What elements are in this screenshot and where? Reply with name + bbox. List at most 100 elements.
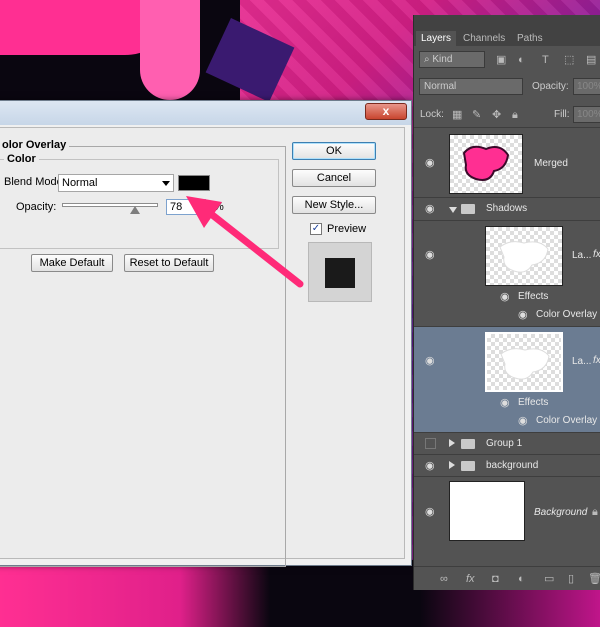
tab-paths[interactable]: Paths bbox=[512, 31, 548, 46]
shape-filter-icon[interactable]: ⬚ bbox=[564, 54, 574, 66]
folder-icon bbox=[461, 439, 475, 449]
lock-label: Lock: bbox=[420, 109, 444, 120]
opacity-label: Opacity: bbox=[16, 201, 57, 213]
merged-artwork-thumbnail bbox=[462, 145, 510, 181]
tab-layers[interactable]: Layers bbox=[416, 31, 457, 46]
new-layer-icon[interactable]: ▯ bbox=[568, 573, 574, 585]
preview-label: Preview bbox=[327, 223, 367, 235]
layer-thumbnail bbox=[485, 226, 563, 286]
group-row[interactable]: ◉ background bbox=[414, 454, 600, 476]
layer-row[interactable]: ◉ Merged bbox=[414, 127, 600, 197]
blend-mode-label: Blend Mode: bbox=[4, 176, 66, 188]
blend-row: Normal Opacity: 100% bbox=[414, 76, 600, 100]
eye-icon[interactable]: ◉ bbox=[425, 507, 437, 518]
smart-object-filter-icon[interactable]: ▤ bbox=[586, 54, 596, 66]
color-group: Color Blend Mode: Normal Opacity: 78 % bbox=[0, 153, 279, 249]
layer-thumbnail bbox=[449, 481, 525, 541]
effect-name: Color Overlay bbox=[536, 415, 598, 426]
opacity-slider-thumb[interactable] bbox=[130, 206, 140, 214]
blend-mode-value: Normal bbox=[62, 177, 98, 189]
fill-input[interactable]: 100% bbox=[573, 106, 600, 123]
new-style-button[interactable]: New Style... bbox=[292, 196, 376, 214]
layer-style-dialog: x olor Overlay Color Blend Mode: Normal … bbox=[0, 100, 412, 567]
effect-name: Color Overlay bbox=[536, 309, 598, 320]
eye-icon[interactable]: ◉ bbox=[425, 356, 437, 367]
shadow-thumbnail bbox=[499, 241, 549, 273]
panel-tabs: Layers Channels Paths bbox=[414, 15, 600, 46]
adjustment-icon[interactable]: ◐ bbox=[518, 573, 525, 585]
group-row[interactable]: Group 1 bbox=[414, 432, 600, 454]
opacity-slider[interactable] bbox=[62, 203, 158, 207]
lock-position-icon[interactable]: ✥ bbox=[492, 109, 501, 121]
eye-icon[interactable]: ◉ bbox=[425, 461, 437, 472]
preview-checkbox[interactable]: ✓ bbox=[310, 223, 322, 235]
lock-all-icon[interactable]: 🔒︎ bbox=[512, 109, 518, 121]
layer-name: Background bbox=[534, 507, 588, 518]
layer-blend-select[interactable]: Normal bbox=[419, 78, 523, 95]
group-row[interactable]: ◉ Shadows bbox=[414, 197, 600, 220]
section-title: olor Overlay bbox=[0, 139, 70, 151]
link-icon[interactable]: ∞ bbox=[440, 573, 448, 585]
adjustment-filter-icon[interactable]: ◐ bbox=[518, 54, 525, 66]
eye-icon[interactable]: ◉ bbox=[425, 158, 437, 169]
eye-icon[interactable]: ◉ bbox=[518, 310, 530, 321]
preview-swatch bbox=[325, 258, 355, 288]
style-preview bbox=[308, 242, 372, 302]
fx-icon[interactable]: fx bbox=[593, 249, 600, 260]
panel-bottom-bar: ∞ fx ◘ ◐ ▭ ▯ 🗑︎ bbox=[414, 566, 600, 590]
lock-row: Lock: ▦ ✎ ✥ 🔒︎ Fill: 100% bbox=[414, 103, 600, 127]
blend-mode-select[interactable]: Normal bbox=[58, 174, 174, 192]
type-filter-icon[interactable]: T bbox=[542, 54, 549, 66]
filter-kind-select[interactable]: ⌕ Kind bbox=[419, 51, 485, 68]
layer-name: background bbox=[486, 460, 539, 471]
dialog-titlebar: x bbox=[0, 101, 411, 125]
eye-icon[interactable]: ◉ bbox=[500, 292, 512, 303]
layer-row[interactable]: ◉ La... fx ◉ Effects ◉ Color Overlay bbox=[414, 220, 600, 326]
color-overlay-panel: olor Overlay Color Blend Mode: Normal Op… bbox=[0, 139, 286, 567]
layer-name: Group 1 bbox=[486, 438, 523, 449]
filter-kind-value: Kind bbox=[432, 54, 453, 65]
tab-channels[interactable]: Channels bbox=[458, 31, 510, 46]
fx-icon[interactable]: fx bbox=[593, 355, 600, 366]
lock-icon: 🔒︎ bbox=[592, 506, 598, 518]
layer-row[interactable]: ◉ Background 🔒︎ bbox=[414, 476, 600, 546]
reset-default-button[interactable]: Reset to Default bbox=[124, 254, 214, 272]
mask-icon[interactable]: ◘ bbox=[492, 573, 499, 585]
layer-thumbnail bbox=[485, 332, 563, 392]
color-swatch[interactable] bbox=[178, 175, 210, 191]
eye-icon[interactable]: ◉ bbox=[425, 204, 437, 215]
layer-row-selected[interactable]: ◉ La... fx ◉ Effects ◉ Color Overlay bbox=[414, 326, 600, 432]
lock-transparency-icon[interactable]: ▦ bbox=[452, 109, 462, 121]
folder-icon[interactable]: ▭ bbox=[544, 573, 554, 585]
image-filter-icon[interactable]: ▣ bbox=[496, 54, 506, 66]
effects-label: Effects bbox=[518, 291, 549, 302]
trash-icon[interactable]: 🗑︎ bbox=[588, 573, 600, 585]
layer-opacity-input[interactable]: 100% bbox=[573, 78, 600, 95]
make-default-button[interactable]: Make Default bbox=[31, 254, 113, 272]
visibility-toggle[interactable] bbox=[425, 438, 436, 449]
opacity-input[interactable]: 78 bbox=[166, 199, 206, 215]
fx-icon[interactable]: fx bbox=[466, 573, 475, 585]
chevron-down-icon bbox=[162, 181, 170, 186]
expand-icon[interactable] bbox=[449, 207, 457, 213]
expand-icon[interactable] bbox=[449, 461, 455, 469]
layer-name: Shadows bbox=[486, 203, 528, 214]
filter-row: ⌕ Kind ▣ ◐ T ⬚ ▤ bbox=[414, 49, 600, 73]
close-button[interactable]: x bbox=[365, 103, 407, 120]
lock-pixels-icon[interactable]: ✎ bbox=[472, 109, 481, 121]
ok-button[interactable]: OK bbox=[292, 142, 376, 160]
group-title: Color bbox=[4, 153, 39, 165]
layers-panel: Layers Channels Paths ⌕ Kind ▣ ◐ T ⬚ ▤ N… bbox=[413, 15, 600, 590]
eye-icon[interactable]: ◉ bbox=[500, 398, 512, 409]
layer-name: Merged bbox=[534, 158, 568, 169]
layer-name: La... bbox=[572, 356, 592, 367]
expand-icon[interactable] bbox=[449, 439, 455, 447]
eye-icon[interactable]: ◉ bbox=[425, 250, 437, 261]
eye-icon[interactable]: ◉ bbox=[518, 416, 530, 427]
folder-icon bbox=[461, 461, 475, 471]
dialog-client: olor Overlay Color Blend Mode: Normal Op… bbox=[0, 127, 405, 567]
layer-name: La... bbox=[572, 250, 592, 261]
cancel-button[interactable]: Cancel bbox=[292, 169, 376, 187]
fill-label: Fill: bbox=[554, 109, 570, 120]
effects-label: Effects bbox=[518, 397, 549, 408]
